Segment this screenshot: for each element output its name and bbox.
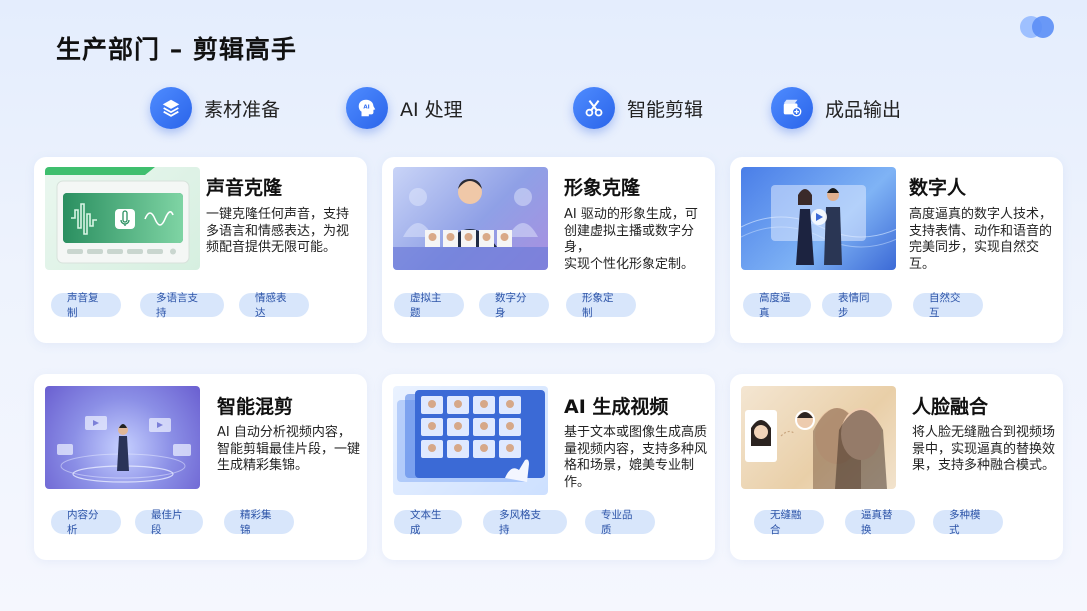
face-fusion-image	[741, 386, 896, 489]
smart-remix-image	[45, 386, 200, 489]
tag-chip[interactable]: 文本生成	[394, 509, 462, 536]
tag-chip[interactable]: 高度逼真	[743, 292, 811, 319]
card-description: 高度逼真的数字人技术， 支持表情、动作和语音的 完美同步，实现自然交互。	[909, 207, 1053, 272]
avatar-clone-image	[393, 167, 548, 270]
tag-chip[interactable]: 多风格支持	[483, 509, 567, 536]
card-title: 数字人	[909, 177, 967, 199]
step-label: 素材准备	[204, 98, 281, 121]
ai-head-icon: AI	[346, 87, 388, 129]
step-ai-processing: AI AI 处理	[346, 87, 463, 129]
card-title: 人脸融合	[912, 396, 989, 418]
feature-card-digital-human[interactable]: 数字人 高度逼真的数字人技术， 支持表情、动作和语音的 完美同步，实现自然交互。 高…	[730, 157, 1063, 343]
voice-clone-image	[45, 167, 200, 270]
step-label: 成品输出	[825, 98, 902, 121]
tag-chip[interactable]: 情感表达	[239, 292, 309, 319]
tag-chip[interactable]: 声音复制	[51, 292, 121, 319]
card-description: 基于文本或图像生成高质 量视频内容，支持多种风 格和场景，媲美专业制作。	[564, 425, 708, 490]
page-title: 生产部门 – 剪辑高手	[56, 35, 297, 64]
feature-card-voice-clone[interactable]: 声音克隆 一键克隆任何声音，支持 多语言和情感表达，为视 频配音提供无限可能。 声音…	[34, 157, 367, 343]
tag-chip[interactable]: 精彩集锦	[224, 509, 294, 536]
step-label: 智能剪辑	[627, 98, 704, 121]
step-label: AI 处理	[400, 98, 463, 121]
tag-chip[interactable]: 多语言支持	[140, 292, 224, 319]
svg-text:AI: AI	[363, 104, 369, 110]
tag-chip[interactable]: 无缝融合	[754, 509, 824, 536]
layers-icon	[150, 87, 192, 129]
brand-logo	[1020, 16, 1060, 38]
tag-chip[interactable]: 数字分身	[479, 292, 549, 319]
card-title: 形象克隆	[564, 177, 641, 199]
card-title: 声音克隆	[206, 177, 283, 199]
tag-chip[interactable]: 形象定制	[566, 292, 636, 319]
card-title: AI 生成视频	[564, 396, 669, 418]
card-description: 将人脸无缝融合到视频场 景中，实现逼真的替换效 果，支持多种融合模式。	[912, 425, 1056, 473]
feature-card-avatar-clone[interactable]: 形象克隆 AI 驱动的形象生成，可 创建虚拟主播或数字分身， 实现个性化形象定制。 …	[382, 157, 715, 343]
tag-chip[interactable]: 表情同步	[822, 292, 892, 319]
tag-chip[interactable]: 虚拟主题	[394, 292, 464, 319]
tag-chip[interactable]: 自然交互	[913, 292, 983, 319]
scissors-icon	[573, 87, 615, 129]
step-smart-editing: 智能剪辑	[573, 87, 703, 129]
tag-chip[interactable]: 多种模式	[933, 509, 1003, 536]
feature-card-ai-video-generation[interactable]: AI 生成视频 基于文本或图像生成高质 量视频内容，支持多种风 格和场景，媲美专业制…	[382, 374, 715, 560]
tag-chip[interactable]: 最佳片段	[135, 509, 203, 536]
tag-chip[interactable]: 内容分析	[51, 509, 121, 536]
step-output: 成品输出	[771, 87, 901, 129]
digital-human-image	[741, 167, 896, 270]
ai-video-image	[393, 386, 548, 495]
step-material-prep: 素材准备	[150, 87, 280, 129]
card-title: 智能混剪	[217, 396, 294, 418]
tag-chip[interactable]: 逼真替换	[845, 509, 915, 536]
feature-card-smart-remix[interactable]: 智能混剪 AI 自动分析视频内容， 智能剪辑最佳片段，一键 生成精彩集锦。 内容分析…	[34, 374, 367, 560]
export-video-icon	[771, 87, 813, 129]
tag-chip[interactable]: 专业品质	[585, 509, 655, 536]
card-description: AI 自动分析视频内容， 智能剪辑最佳片段，一键 生成精彩集锦。	[217, 425, 361, 473]
feature-card-face-fusion[interactable]: 人脸融合 将人脸无缝融合到视频场 景中，实现逼真的替换效 果，支持多种融合模式。 无…	[730, 374, 1063, 560]
card-description: 一键克隆任何声音，支持 多语言和情感表达，为视 频配音提供无限可能。	[206, 207, 350, 255]
card-description: AI 驱动的形象生成，可 创建虚拟主播或数字分身， 实现个性化形象定制。	[564, 207, 698, 272]
